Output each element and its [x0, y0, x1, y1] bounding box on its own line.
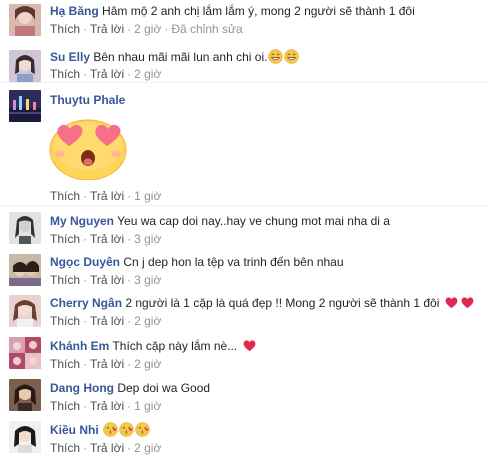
heart-emoji	[243, 340, 255, 352]
timestamp[interactable]: 2 giờ	[134, 22, 161, 36]
heart-eyes-sticker	[49, 119, 127, 180]
comment-line: Ngọc Duyên Cn j dep hon la tệp va trinh …	[50, 254, 344, 270]
commenter-name[interactable]: Dang Hong	[50, 381, 114, 395]
kiss-emoji	[135, 422, 151, 437]
comment-actions: Thích · Trả lời · 2 giờ	[50, 67, 162, 81]
timestamp[interactable]: 1 giờ	[134, 189, 161, 203]
like-link[interactable]: Thích	[50, 314, 80, 328]
like-link[interactable]: Thích	[50, 22, 80, 36]
avatar[interactable]	[9, 295, 41, 327]
comment-line: Hạ Băng Hâm mộ 2 anh chị lắm lắm ý, mong…	[50, 3, 415, 19]
comment-actions: Thích · Trả lời · 2 giờ	[50, 314, 162, 328]
reply-link[interactable]: Trả lời	[90, 273, 124, 287]
edited-label[interactable]: Đã chỉnh sửa	[171, 22, 242, 36]
commenter-name[interactable]: My Nguyen	[50, 214, 114, 228]
timestamp[interactable]: 2 giờ	[134, 314, 161, 328]
comment-text: Cn j dep hon la tệp va trinh đến bên nha…	[123, 255, 344, 269]
timestamp[interactable]: 2 giờ	[134, 357, 161, 371]
reply-link[interactable]: Trả lời	[90, 232, 124, 246]
avatar[interactable]	[9, 337, 41, 369]
comment-line: Cherry Ngân 2 người là 1 cặp là quá đẹp …	[50, 295, 475, 311]
timestamp[interactable]: 3 giờ	[134, 232, 161, 246]
timestamp[interactable]: 2 giờ	[134, 67, 161, 81]
commenter-name[interactable]: Khánh Em	[50, 339, 109, 353]
reply-link[interactable]: Trả lời	[90, 314, 124, 328]
avatar[interactable]	[9, 379, 41, 411]
reply-link[interactable]: Trả lời	[90, 399, 124, 413]
like-link[interactable]: Thích	[50, 357, 80, 371]
kiss-emoji	[119, 422, 135, 437]
like-link[interactable]: Thích	[50, 189, 80, 203]
comment-actions: Thích · Trả lời · 2 giờ	[50, 357, 162, 371]
heart-emoji	[445, 297, 458, 309]
comment-actions: Thích · Trả lời · 2 giờ · Đã chỉnh sửa	[50, 22, 243, 36]
avatar[interactable]	[9, 50, 41, 82]
like-link[interactable]: Thích	[50, 399, 80, 413]
comment-text: Bên nhau mãi mãi lun anh chi oi.	[93, 50, 268, 64]
comment-text: Hâm mộ 2 anh chị lắm lắm ý, mong 2 người…	[102, 4, 415, 18]
comment-text: Thích cặp này lắm nè...	[112, 339, 238, 353]
divider	[0, 82, 490, 83]
comment-line: Kiều Nhi	[50, 422, 151, 438]
comment-text: 2 người là 1 cặp là quá đẹp !! Mong 2 ng…	[125, 296, 440, 310]
like-link[interactable]: Thích	[50, 273, 80, 287]
avatar[interactable]	[9, 90, 41, 122]
reply-link[interactable]: Trả lời	[90, 67, 124, 81]
like-link[interactable]: Thích	[50, 441, 80, 455]
comment-text: Yeu wa cap doi nay..hay ve chung mot mai…	[117, 214, 390, 228]
commenter-name[interactable]: Cherry Ngân	[50, 296, 122, 310]
comment-line: Thuytu Phale	[50, 92, 125, 108]
reply-link[interactable]: Trả lời	[90, 441, 124, 455]
commenter-name[interactable]: Kiều Nhi	[50, 423, 99, 437]
like-link[interactable]: Thích	[50, 67, 80, 81]
avatar[interactable]	[9, 4, 41, 36]
avatar[interactable]	[9, 254, 41, 286]
reply-link[interactable]: Trả lời	[90, 22, 124, 36]
comment-actions: Thích · Trả lời · 3 giờ	[50, 232, 162, 246]
comment-line: My Nguyen Yeu wa cap doi nay..hay ve chu…	[50, 213, 390, 229]
comment-actions: Thích · Trả lời · 2 giờ	[50, 441, 162, 455]
comment-actions: Thích · Trả lời · 3 giờ	[50, 273, 162, 287]
commenter-name[interactable]: Thuytu Phale	[50, 93, 125, 107]
comment-text: Dep doi wa Good	[117, 381, 211, 395]
grin-emoji	[284, 49, 300, 64]
comment-actions: Thích · Trả lời · 1 giờ	[50, 189, 162, 203]
timestamp[interactable]: 1 giờ	[134, 399, 161, 413]
heart-emoji	[461, 297, 474, 309]
comment-line: Dang Hong Dep doi wa Good	[50, 380, 210, 396]
comment-line: Khánh Em Thích cặp này lắm nè...	[50, 338, 257, 354]
divider	[0, 205, 490, 206]
comment-line: Su Elly Bên nhau mãi mãi lun anh chi oi.	[50, 49, 300, 65]
timestamp[interactable]: 3 giờ	[134, 273, 161, 287]
grin-emoji	[268, 49, 284, 64]
commenter-name[interactable]: Su Elly	[50, 50, 90, 64]
avatar[interactable]	[9, 421, 41, 453]
commenter-name[interactable]: Hạ Băng	[50, 4, 99, 18]
commenter-name[interactable]: Ngọc Duyên	[50, 255, 120, 269]
timestamp[interactable]: 2 giờ	[134, 441, 161, 455]
comment-actions: Thích · Trả lời · 1 giờ	[50, 399, 162, 413]
avatar[interactable]	[9, 212, 41, 244]
like-link[interactable]: Thích	[50, 232, 80, 246]
reply-link[interactable]: Trả lời	[90, 189, 124, 203]
kiss-emoji	[103, 422, 119, 437]
reply-link[interactable]: Trả lời	[90, 357, 124, 371]
